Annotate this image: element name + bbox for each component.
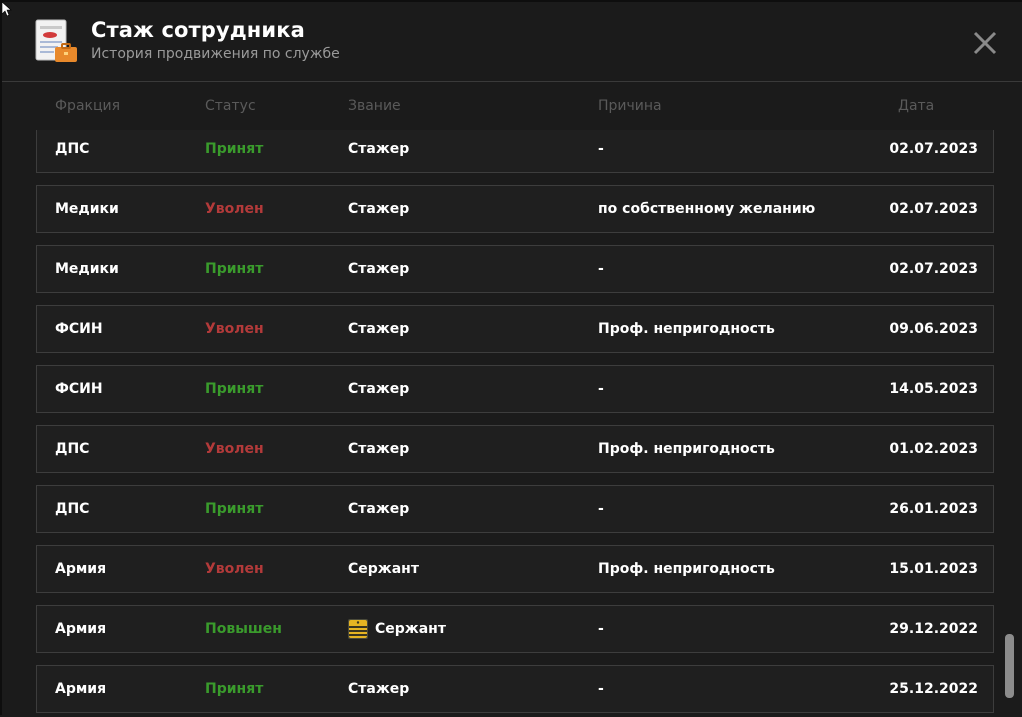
rank-cell: Сержант <box>348 606 446 652</box>
rank-label: Стажер <box>348 501 410 517</box>
rank-cell: Стажер <box>348 306 409 352</box>
rank-label: Сержант <box>375 621 446 637</box>
table-row: Медики Принят Стажер - 02.07.2023 <box>36 245 994 293</box>
window-header: Стаж сотрудника История продвижения по с… <box>2 2 1022 82</box>
faction-cell: Медики <box>55 201 119 217</box>
column-header-reason: Причина <box>598 98 662 114</box>
rank-cell: Стажер <box>348 486 409 532</box>
date-cell: 02.07.2023 <box>889 141 978 157</box>
reason-cell: - <box>598 381 604 397</box>
page-title: Стаж сотрудника <box>91 18 305 42</box>
rank-label: Стажер <box>348 381 410 397</box>
status-cell: Принят <box>205 141 264 157</box>
column-header-date: Дата <box>898 98 935 114</box>
close-icon[interactable] <box>970 28 1000 58</box>
date-cell: 14.05.2023 <box>889 381 978 397</box>
service-history-window: Стаж сотрудника История продвижения по с… <box>0 0 1022 715</box>
rank-label: Стажер <box>348 201 410 217</box>
date-cell: 15.01.2023 <box>889 561 978 577</box>
reason-cell: по собственному желанию <box>598 201 816 217</box>
rank-cell: Стажер <box>348 130 409 172</box>
status-cell: Принят <box>205 681 264 697</box>
faction-cell: ФСИН <box>55 321 103 337</box>
rank-label: Стажер <box>348 441 410 457</box>
table-row: Армия Повышен Сержант - 29.12.2022 <box>36 605 994 653</box>
faction-cell: ДПС <box>55 141 90 157</box>
table-row: ФСИН Уволен Стажер Проф. непригодность 0… <box>36 305 994 353</box>
status-cell: Повышен <box>205 621 282 637</box>
reason-cell: - <box>598 621 604 637</box>
table-header: Фракция Статус Звание Причина Дата <box>2 98 1022 118</box>
sergeant-rank-badge-icon <box>348 619 368 639</box>
table-row: ДПС Принят Стажер - 26.01.2023 <box>36 485 994 533</box>
mouse-cursor-icon <box>2 2 12 16</box>
date-cell: 29.12.2022 <box>889 621 978 637</box>
column-header-status: Статус <box>205 98 256 114</box>
reason-cell: - <box>598 261 604 277</box>
reason-cell: Проф. непригодность <box>598 441 775 457</box>
faction-cell: Армия <box>55 561 107 577</box>
date-cell: 02.07.2023 <box>889 261 978 277</box>
rank-cell: Стажер <box>348 186 409 232</box>
faction-cell: Медики <box>55 261 119 277</box>
scrollbar-thumb[interactable] <box>1005 634 1014 698</box>
faction-cell: Армия <box>55 681 107 697</box>
status-cell: Принят <box>205 501 264 517</box>
reason-cell: - <box>598 681 604 697</box>
status-cell: Уволен <box>205 441 264 457</box>
date-cell: 26.01.2023 <box>889 501 978 517</box>
faction-cell: Армия <box>55 621 107 637</box>
rank-cell: Стажер <box>348 666 409 712</box>
page-subtitle: История продвижения по службе <box>91 46 340 62</box>
document-briefcase-icon <box>35 19 77 62</box>
table-row: Медики Уволен Стажер по собственному жел… <box>36 185 994 233</box>
rank-cell: Стажер <box>348 246 409 292</box>
faction-cell: ФСИН <box>55 381 103 397</box>
status-cell: Уволен <box>205 321 264 337</box>
status-cell: Принят <box>205 381 264 397</box>
date-cell: 01.02.2023 <box>889 441 978 457</box>
faction-cell: ДПС <box>55 441 90 457</box>
rank-cell: Сержант <box>348 546 419 592</box>
date-cell: 25.12.2022 <box>889 681 978 697</box>
column-header-faction: Фракция <box>55 98 121 114</box>
reason-cell: - <box>598 141 604 157</box>
table-row: ДПС Принят Стажер - 02.07.2023 <box>36 130 994 173</box>
reason-cell: Проф. непригодность <box>598 321 775 337</box>
history-table-body[interactable]: ДПС Принят Стажер - 02.07.2023 Медики Ув… <box>2 130 1002 717</box>
reason-cell: - <box>598 501 604 517</box>
date-cell: 02.07.2023 <box>889 201 978 217</box>
table-row: Армия Уволен Сержант Проф. непригодность… <box>36 545 994 593</box>
reason-cell: Проф. непригодность <box>598 561 775 577</box>
status-cell: Принят <box>205 261 264 277</box>
rank-label: Стажер <box>348 681 410 697</box>
rank-label: Стажер <box>348 261 410 277</box>
rank-cell: Стажер <box>348 366 409 412</box>
date-cell: 09.06.2023 <box>889 321 978 337</box>
rank-label: Стажер <box>348 141 410 157</box>
rank-cell: Стажер <box>348 426 409 472</box>
faction-cell: ДПС <box>55 501 90 517</box>
rank-label: Сержант <box>348 561 419 577</box>
status-cell: Уволен <box>205 201 264 217</box>
table-row: ФСИН Принят Стажер - 14.05.2023 <box>36 365 994 413</box>
table-row: ДПС Уволен Стажер Проф. непригодность 01… <box>36 425 994 473</box>
column-header-rank: Звание <box>348 98 401 114</box>
rank-label: Стажер <box>348 321 410 337</box>
status-cell: Уволен <box>205 561 264 577</box>
table-row: Армия Принят Стажер - 25.12.2022 <box>36 665 994 713</box>
